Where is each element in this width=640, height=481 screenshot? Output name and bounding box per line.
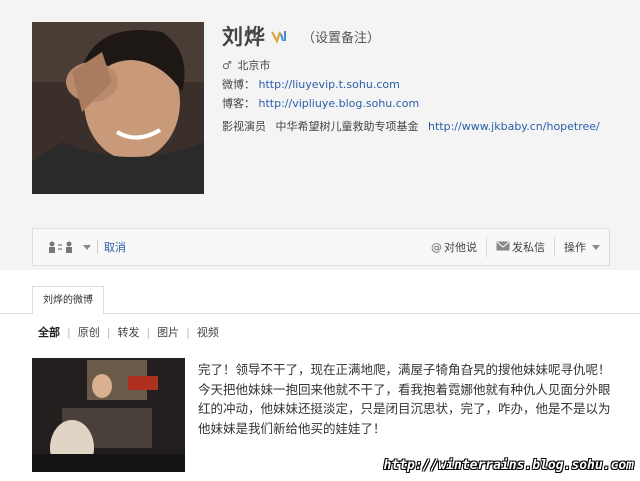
location: 北京市 — [237, 59, 271, 72]
profile-avatar[interactable] — [32, 22, 204, 194]
desc-role: 影视演员 — [222, 120, 266, 133]
weibo-line: 微博： http://liuyevip.t.sohu.com — [222, 75, 600, 94]
chevron-down-icon[interactable] — [83, 244, 91, 250]
divider: | — [146, 325, 151, 339]
blog-label: 博客： — [222, 97, 255, 110]
filter-image[interactable]: 图片 — [157, 324, 179, 340]
male-icon: ♂ — [222, 59, 232, 72]
desc-link[interactable]: http://www.jkbaby.cn/hopetree/ — [428, 120, 600, 133]
message-label: 发私信 — [512, 241, 545, 254]
set-remark-link[interactable]: （设置备注） — [302, 27, 380, 46]
blog-line: 博客： http://vipliuye.blog.sohu.com — [222, 94, 600, 113]
blog-link[interactable]: http://vipliuye.blog.sohu.com — [259, 97, 420, 110]
filter-original[interactable]: 原创 — [78, 324, 100, 340]
actions-label: 操作 — [564, 241, 586, 254]
watermark: http://winterrains.blog.sohu.com — [383, 458, 634, 473]
toolbar-actions: @ 对他说 发私信 操作 — [422, 229, 609, 265]
envelope-icon — [496, 241, 510, 254]
profile-info: 刘烨 （设置备注） ♂ 北京市 微博： http://liuyevip.t.so… — [222, 20, 600, 136]
divider — [97, 240, 98, 254]
message-button[interactable]: 发私信 — [487, 237, 555, 257]
post-filters: 全部 | 原创 | 转发 | 图片 | 视频 — [38, 324, 219, 340]
mention-button[interactable]: @ 对他说 — [422, 237, 487, 257]
desc-fund: 中华希望树儿童救助专项基金 — [275, 120, 419, 133]
divider: | — [106, 325, 111, 339]
divider: | — [186, 325, 190, 339]
weibo-link[interactable]: http://liuyevip.t.sohu.com — [259, 78, 400, 91]
cancel-follow-button[interactable]: 取消 — [104, 239, 126, 255]
post-image[interactable] — [32, 358, 185, 472]
profile-name: 刘烨 — [222, 25, 266, 49]
actions-menu-button[interactable]: 操作 — [555, 237, 609, 257]
filter-video[interactable]: 视频 — [197, 324, 219, 340]
weibo-label: 微博： — [222, 78, 255, 91]
location-line: ♂ 北京市 — [222, 56, 600, 75]
post-text: 完了！领导不干了，现在正满地爬，满屋子犄角旮旯的搜他妹妹呢寻仇呢！今天把他妹妹一… — [198, 362, 611, 436]
filter-all[interactable]: 全部 — [38, 324, 60, 340]
tab-user-weibo[interactable]: 刘烨的微博 — [32, 286, 104, 315]
name-row: 刘烨 （设置备注） — [222, 20, 600, 52]
profile-header: 刘烨 （设置备注） ♂ 北京市 微博： http://liuyevip.t.so… — [0, 0, 640, 270]
divider: | — [67, 325, 71, 339]
verified-v-icon — [270, 28, 290, 44]
at-icon: @ — [431, 240, 442, 254]
profile-description: 影视演员 中华希望树儿童救助专项基金 http://www.jkbaby.cn/… — [222, 117, 600, 136]
tab-strip: 刘烨的微博 — [0, 284, 640, 315]
mention-label: 对他说 — [444, 241, 477, 254]
profile-toolbar: 取消 @ 对他说 发私信 操作 — [32, 228, 610, 266]
chevron-down-icon — [592, 244, 600, 250]
follow-group: 取消 — [47, 239, 126, 255]
filter-repost[interactable]: 转发 — [117, 324, 139, 340]
mutual-follow-icon[interactable] — [47, 240, 77, 254]
